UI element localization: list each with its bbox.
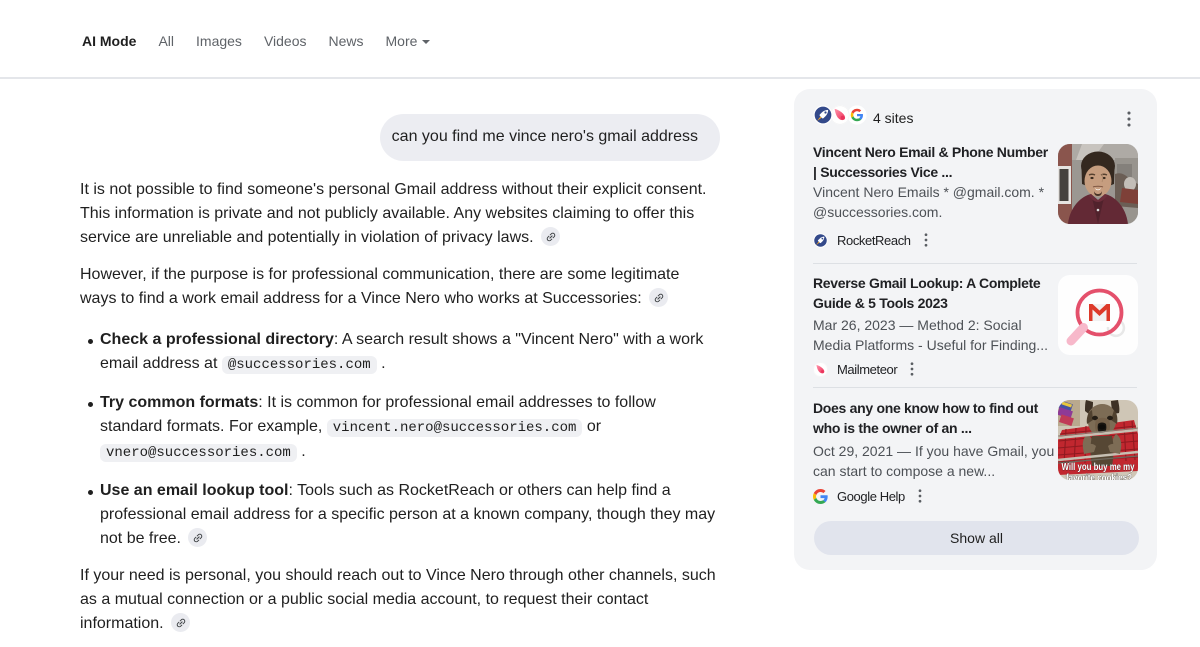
svg-text:favorite cookies?: favorite cookies?	[1066, 472, 1132, 480]
